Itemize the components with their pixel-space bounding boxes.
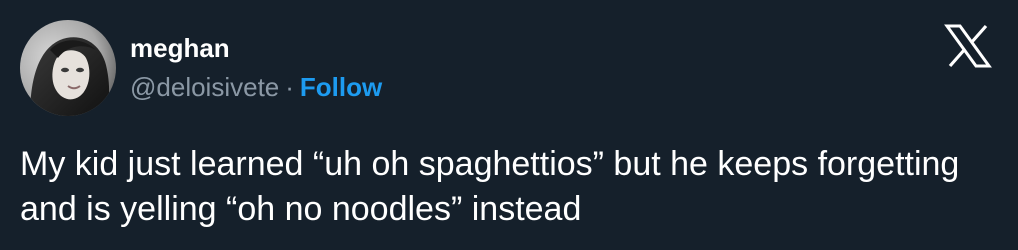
display-name[interactable]: meghan [130,33,382,63]
avatar-photo-icon [20,20,116,116]
x-logo-icon[interactable] [944,24,992,68]
tweet-text: My kid just learned “uh oh spaghettios” … [20,145,960,228]
author-meta: @deloisivete · Follow [130,72,382,102]
author-handle[interactable]: @deloisivete [130,72,279,102]
meta-separator: · [285,72,294,102]
author-block: meghan @deloisivete · Follow [130,33,382,102]
follow-button[interactable]: Follow [300,72,382,102]
avatar[interactable] [20,20,116,116]
tweet-card: meghan @deloisivete · Follow My kid just l… [0,0,1018,250]
